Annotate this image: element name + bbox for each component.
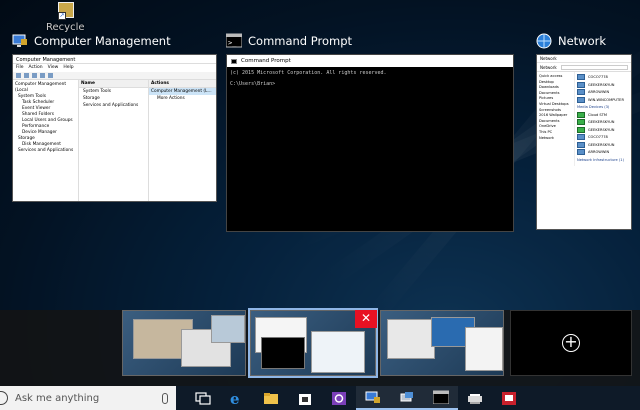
network-icon	[400, 392, 413, 402]
network-taskbar-button[interactable]	[390, 386, 424, 410]
store-icon	[299, 394, 311, 405]
new-desktop-button[interactable]: +	[510, 310, 632, 376]
cortana-icon	[0, 391, 8, 405]
edge-icon: e	[230, 391, 240, 405]
command-prompt-icon: >_	[225, 33, 243, 49]
console-prompt: C:\Users\Brian>	[230, 81, 276, 87]
settings-button[interactable]	[322, 386, 356, 410]
command-prompt-taskbar-button[interactable]	[424, 386, 458, 410]
command-prompt-icon	[433, 390, 449, 404]
console-line: (c) 2015 Microsoft Corporation. All righ…	[230, 70, 387, 76]
settings-icon	[332, 392, 346, 405]
plus-icon: +	[562, 334, 580, 352]
network-preview: Network Network Quick access Desktop Dow…	[536, 54, 632, 230]
task-view-icon	[195, 392, 211, 405]
news-button[interactable]	[492, 386, 526, 410]
command-prompt-preview: Command Prompt (c) 2015 Microsoft Corpor…	[226, 54, 514, 232]
window-title: Command Prompt	[248, 34, 353, 48]
computer-management-icon	[12, 33, 28, 49]
virtual-desktop-3[interactable]	[380, 310, 504, 376]
taskbar: Ask me anything e	[0, 386, 640, 410]
preview-title: Computer Management	[13, 55, 216, 64]
search-input[interactable]: Ask me anything	[15, 393, 162, 404]
preview-computers: COCO7778 GEEKERSKYUN ARROWWIN WIN-WINCOM…	[577, 74, 624, 162]
close-desktop-button[interactable]: ✕	[355, 310, 377, 328]
preview-title: Network	[537, 55, 631, 63]
scanner-icon	[468, 394, 482, 404]
scanner-button[interactable]	[458, 386, 492, 410]
computer-management-taskbar-button[interactable]	[356, 386, 390, 410]
window-thumbnail-computer-management[interactable]: Computer Management Computer Management …	[12, 32, 217, 202]
edge-button[interactable]: e	[220, 386, 254, 410]
computer-management-icon	[365, 391, 380, 403]
file-explorer-button[interactable]	[254, 386, 288, 410]
virtual-desktop-1[interactable]	[122, 310, 246, 376]
window-thumbnail-command-prompt[interactable]: >_ Command Prompt Command Prompt (c) 201…	[225, 32, 514, 232]
window-title: Computer Management	[34, 34, 171, 48]
preview-menu: File Action View Help	[16, 65, 74, 70]
desktop-icon-recycle[interactable]: ↗ Recycle	[46, 0, 85, 33]
svg-text:>_: >_	[228, 39, 237, 47]
network-icon	[536, 33, 552, 49]
cortana-search-box[interactable]: Ask me anything	[0, 386, 176, 410]
computer-management-preview: Computer Management File Action View Help C…	[12, 54, 217, 202]
preview-title: Command Prompt	[241, 58, 291, 64]
preview-sidebar: Quick access Desktop Downloads Documents…	[537, 72, 575, 166]
preview-toolbar	[13, 72, 216, 80]
preview-tree: Computer Management (Local System Tools …	[13, 80, 79, 201]
window-thumbnail-network[interactable]: Network Network Network Quick access Des…	[536, 32, 632, 230]
file-explorer-icon	[264, 393, 278, 404]
news-icon	[502, 392, 516, 405]
store-button[interactable]	[288, 386, 322, 410]
preview-list: Name System Tools Storage Services and A…	[79, 80, 149, 201]
window-title: Network	[558, 34, 607, 48]
preview-actions: Actions Computer Management (L... More A…	[149, 80, 216, 201]
svg-text:e: e	[230, 391, 240, 405]
task-view-button[interactable]	[186, 386, 220, 410]
microphone-icon[interactable]	[162, 392, 168, 404]
